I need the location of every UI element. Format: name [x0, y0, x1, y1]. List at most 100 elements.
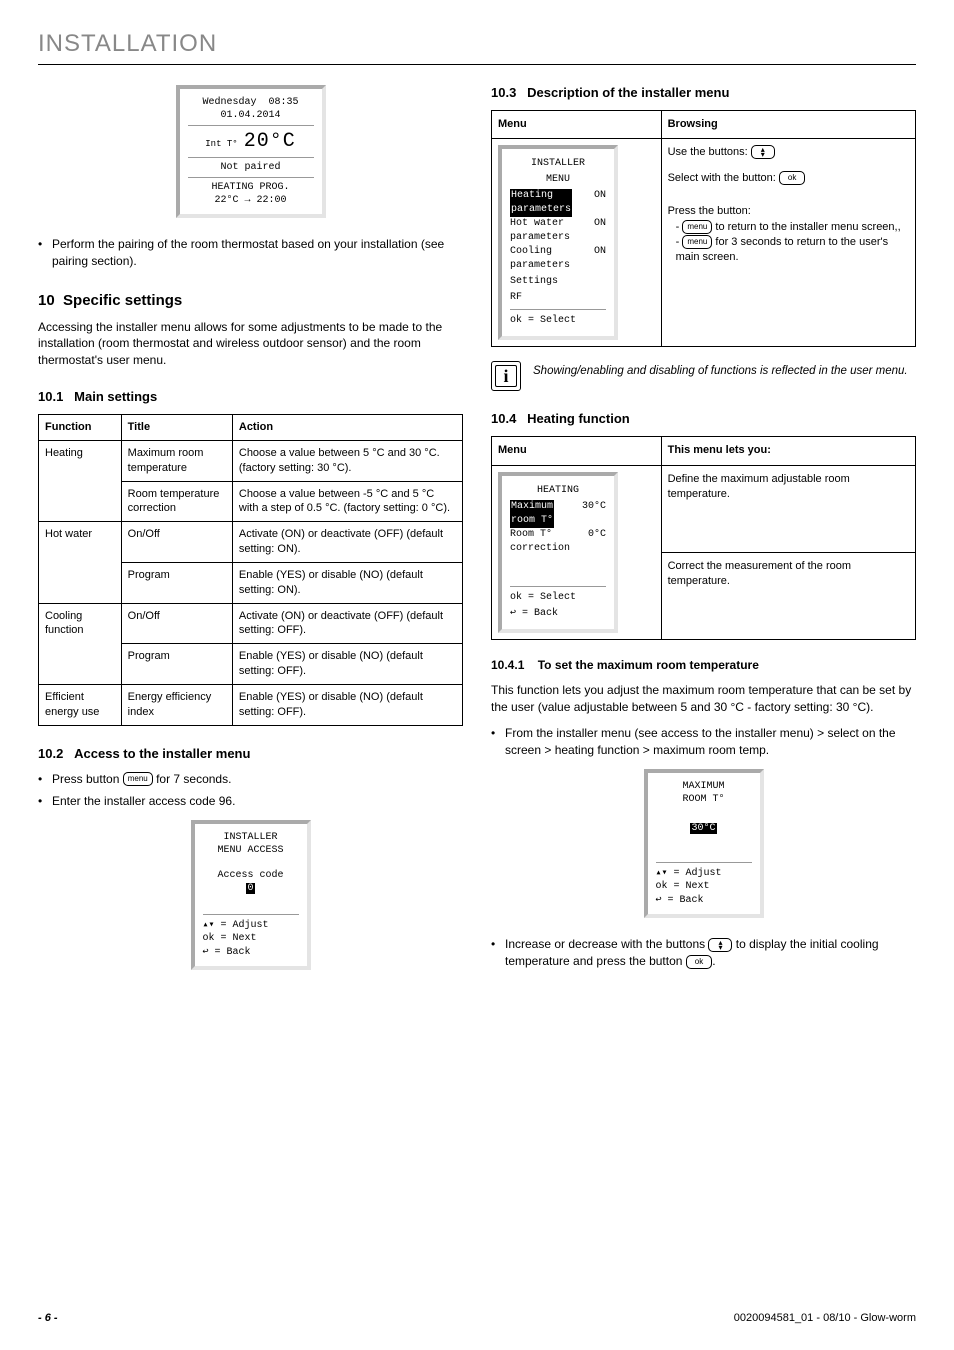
- page-footer: - 6 - 0020094581_01 - 08/10 - Glow-worm: [38, 1312, 916, 1324]
- lcd-hint: ↩ = Back: [510, 607, 606, 621]
- section-10-4-1-title: To set the maximum room temperature: [538, 658, 759, 672]
- text: .: [712, 954, 715, 968]
- cell: Choose a value between -5 °C and 5 °C wi…: [232, 481, 462, 522]
- lcd-value: 30°C: [690, 823, 716, 834]
- lcd-hint: ↩ = Back: [203, 946, 299, 958]
- lcd-hint: ↩ = Back: [656, 894, 752, 906]
- lcd-temp: 20°C: [244, 130, 296, 153]
- text: Press the button:: [668, 204, 909, 219]
- section-10-heading: 10 Specific settings: [38, 292, 463, 309]
- ok-button-icon: ok: [779, 171, 805, 185]
- access-step-2: Enter the installer access code 96.: [52, 793, 463, 810]
- cell: Correct the measurement of the room temp…: [661, 552, 915, 639]
- right-column: 10.3 Description of the installer menu M…: [491, 85, 916, 988]
- lcd-prog-value: 22°C → 22:00: [188, 195, 314, 206]
- section-10-3-heading: 10.3 Description of the installer menu: [491, 85, 916, 100]
- lcd-title: INSTALLER: [203, 832, 299, 843]
- lcd-val: ON: [594, 189, 606, 217]
- section-10-4-heading: 10.4 Heating function: [491, 411, 916, 426]
- lcd-label: Access code: [203, 870, 299, 881]
- page-header: INSTALLATION: [38, 30, 916, 65]
- col-menu: Menu: [492, 437, 662, 465]
- menu-button-icon: menu: [682, 235, 712, 249]
- col-function: Function: [39, 414, 122, 440]
- lcd-item: Heatingparameters: [510, 189, 572, 217]
- col-menu: Menu: [492, 111, 662, 139]
- lcd-title: HEATING: [510, 484, 606, 498]
- lcd-home-screen: Wednesday 08:35 01.04.2014 Int T° 20°C N…: [176, 85, 326, 218]
- section-10-4-num: 10.4: [491, 411, 516, 426]
- text: Use the buttons:: [668, 146, 748, 158]
- heating-menu-table: Menu This menu lets you: HEATING Maximum…: [491, 436, 916, 639]
- cell: Heating: [39, 440, 122, 521]
- section-10-intro: Accessing the installer menu allows for …: [38, 319, 463, 369]
- cell: Efficient energy use: [39, 684, 122, 725]
- lcd-val: 0°C: [588, 528, 606, 556]
- cell: Program: [121, 644, 232, 685]
- info-note: i Showing/enabling and disabling of func…: [491, 361, 916, 391]
- lcd-access-screen: INSTALLER MENU ACCESS Access code 0 ▴▾ =…: [191, 820, 311, 970]
- section-10-2-heading: 10.2 Access to the installer menu: [38, 746, 463, 761]
- lcd-prog-label: HEATING PROG.: [188, 182, 314, 193]
- installer-menu-table: Menu Browsing INSTALLER MENU Heatingpara…: [491, 110, 916, 347]
- left-column: Wednesday 08:35 01.04.2014 Int T° 20°C N…: [38, 85, 463, 988]
- lcd-item: Hot waterparameters: [510, 217, 570, 245]
- cell: On/Off: [121, 522, 232, 563]
- lcd-installer-menu: INSTALLER MENU HeatingparametersON Hot w…: [498, 145, 618, 340]
- lcd-item: Coolingparameters: [510, 245, 570, 273]
- lcd-val: 30°C: [582, 500, 606, 528]
- lcd-hint: ok = Select: [510, 314, 606, 328]
- lcd-title: MENU ACCESS: [203, 845, 299, 856]
- browsing-instructions: Use the buttons: Select with the button:…: [661, 139, 915, 347]
- doc-reference: 0020094581_01 - 08/10 - Glow-worm: [734, 1312, 916, 1324]
- pairing-note: Perform the pairing of the room thermost…: [52, 236, 463, 270]
- updown-button-icon: [751, 145, 775, 159]
- lcd-title: MAXIMUM: [656, 781, 752, 792]
- page-number: - 6 -: [38, 1312, 58, 1324]
- lcd-time: 08:35: [269, 97, 299, 108]
- cell: Activate (ON) or deactivate (OFF) (defau…: [232, 522, 462, 563]
- cell: Enable (YES) or disable (NO) (default se…: [232, 562, 462, 603]
- section-10-1-num: 10.1: [38, 389, 63, 404]
- main-settings-table: Function Title Action Heating Maximum ro…: [38, 414, 463, 726]
- section-10-3-num: 10.3: [491, 85, 516, 100]
- lcd-item: Settings: [510, 275, 606, 289]
- lcd-title: INSTALLER: [510, 157, 606, 171]
- updown-button-icon: [708, 938, 732, 952]
- text: Select with the button:: [668, 172, 776, 184]
- cell: Enable (YES) or disable (NO) (default se…: [232, 644, 462, 685]
- menu-button-icon: menu: [123, 772, 153, 786]
- ok-button-icon: ok: [686, 955, 712, 969]
- col-browsing: Browsing: [661, 111, 915, 139]
- cell: Choose a value between 5 °C and 30 °C. (…: [232, 440, 462, 481]
- lcd-item: Room T°correction: [510, 528, 570, 556]
- section-10-num: 10: [38, 292, 55, 309]
- lcd-val: ON: [594, 245, 606, 273]
- text: Increase or decrease with the buttons: [505, 937, 708, 951]
- section-10-4-1-num: 10.4.1: [491, 658, 524, 672]
- section-10-title: Specific settings: [63, 292, 182, 309]
- menu-button-icon: menu: [682, 220, 712, 234]
- cell: On/Off: [121, 603, 232, 644]
- step-select-heating: From the installer menu (see access to t…: [505, 725, 916, 759]
- lcd-int-label: Int T°: [205, 139, 237, 149]
- lcd-date: 01.04.2014: [188, 110, 314, 121]
- access-step-1: Press button menu for 7 seconds.: [52, 771, 463, 788]
- text: Press button: [52, 772, 123, 786]
- step-increase-decrease: Increase or decrease with the buttons to…: [505, 936, 916, 970]
- lcd-hint: ok = Next: [203, 933, 299, 944]
- col-title: Title: [121, 414, 232, 440]
- section-10-1-heading: 10.1 Main settings: [38, 389, 463, 404]
- lcd-heating-menu: HEATING Maximumroom T°30°C Room T°correc…: [498, 472, 618, 633]
- cell: Define the maximum adjustable room tempe…: [661, 465, 915, 552]
- lcd-day: Wednesday: [202, 97, 256, 108]
- info-text: Showing/enabling and disabling of functi…: [533, 361, 908, 379]
- text: to return to the installer menu screen,,: [712, 221, 900, 233]
- cell: Program: [121, 562, 232, 603]
- cell: Energy efficiency index: [121, 684, 232, 725]
- info-icon: i: [491, 361, 521, 391]
- section-10-2-title: Access to the installer menu: [74, 746, 250, 761]
- section-10-2-num: 10.2: [38, 746, 63, 761]
- col-action: Action: [232, 414, 462, 440]
- section-10-3-title: Description of the installer menu: [527, 85, 729, 100]
